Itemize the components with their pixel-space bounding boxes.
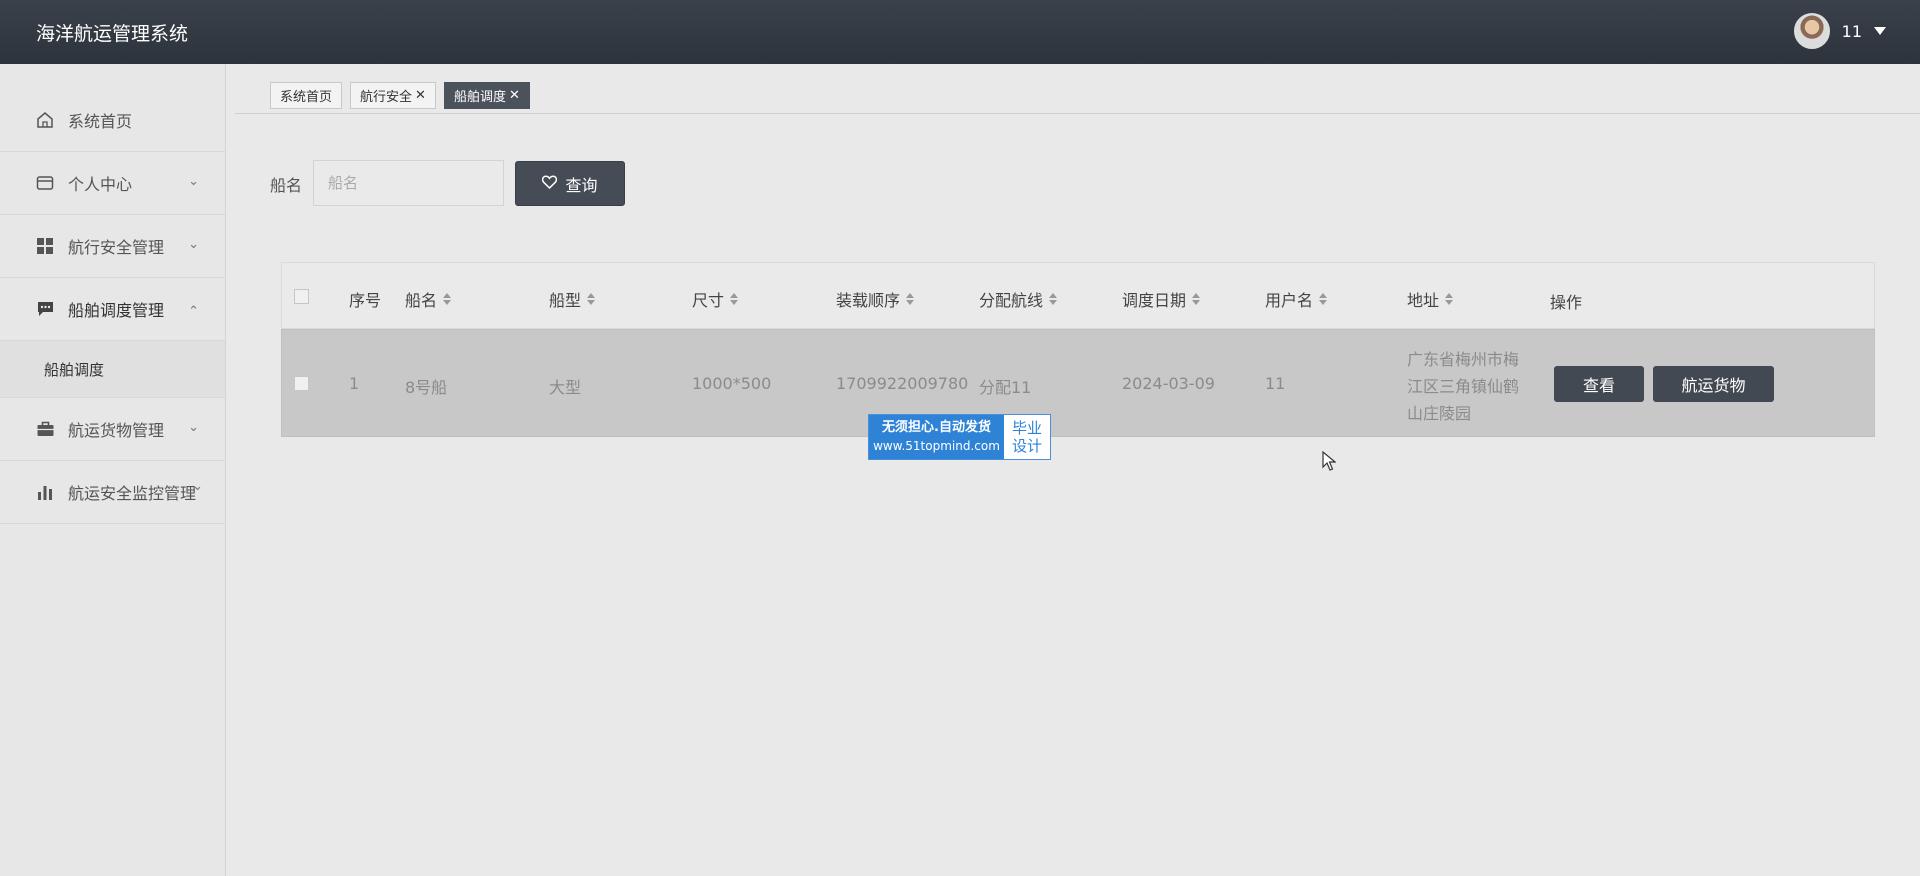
select-all-checkbox[interactable] — [294, 289, 309, 304]
sidebar-item-label: 系统首页 — [68, 111, 133, 131]
tab-bar: 系统首页 航行安全 ✕ 船舶调度 ✕ — [235, 78, 1920, 114]
sidebar-item-label: 个人中心 — [68, 175, 133, 194]
sidebar-item-safety-monitoring[interactable]: 航运安全监控管理 ⌄ — [0, 461, 225, 524]
row-checkbox[interactable] — [294, 376, 309, 391]
dispatch-table: 序号 船名 船型 尺寸 装载顺序 分配航线 调度日期 用户名 地址 操作 1 8… — [281, 262, 1875, 437]
sort-icon — [906, 293, 915, 305]
sidebar-item-personal-center[interactable]: 个人中心 ⌄ — [0, 152, 225, 215]
sort-icon — [587, 293, 596, 305]
sidebar-item-label: 航运货物管理 — [68, 421, 165, 440]
sidebar-item-navigation-safety[interactable]: 航行安全管理 ⌄ — [0, 215, 225, 278]
column-header-size[interactable]: 尺寸 — [692, 287, 739, 311]
watermark-url: www.51topmind.com — [873, 439, 1000, 453]
chevron-up-icon: ⌃ — [188, 304, 199, 319]
sidebar-item-ship-dispatch[interactable]: 船舶调度管理 ⌃ — [0, 278, 225, 341]
sidebar-subitem-label: 船舶调度 — [44, 360, 105, 379]
search-label: 船名 — [270, 176, 303, 195]
sidebar-item-label: 船舶调度管理 — [68, 301, 165, 320]
column-header-index: 序号 — [349, 291, 382, 310]
chevron-down-icon: ⌄ — [188, 237, 199, 252]
bar-chart-icon — [36, 483, 54, 501]
query-button-label: 查询 — [565, 175, 598, 195]
watermark-left: 无须担心.自动发货 www.51topmind.com — [869, 415, 1004, 459]
column-header-date[interactable]: 调度日期 — [1122, 287, 1201, 311]
close-icon[interactable]: ✕ — [509, 88, 520, 103]
chevron-down-icon: ⌄ — [188, 174, 199, 189]
watermark-right: 毕业 设计 — [1004, 415, 1050, 459]
sort-icon — [1319, 293, 1328, 305]
column-header-address[interactable]: 地址 — [1407, 287, 1454, 311]
grid-icon — [36, 237, 54, 255]
cell-load-order: 1709922009780 — [836, 374, 969, 393]
cell-size: 1000*500 — [692, 374, 772, 393]
column-header-ship-name[interactable]: 船名 — [405, 287, 452, 311]
tab-navigation-safety[interactable]: 航行安全 ✕ — [350, 82, 436, 109]
sort-icon — [1192, 293, 1201, 305]
chevron-down-icon: ⌄ — [192, 479, 203, 494]
caret-down-icon[interactable] — [1874, 27, 1886, 35]
top-header: 海洋航运管理系统 11 — [0, 0, 1920, 64]
cell-address: 广东省梅州市梅江区三角镇仙鹤山庄陵园 — [1407, 350, 1520, 423]
cell-index: 1 — [349, 374, 360, 393]
column-header-actions: 操作 — [1550, 293, 1583, 312]
watermark-slogan: 无须担心.自动发货 — [882, 420, 991, 435]
username[interactable]: 11 — [1842, 22, 1862, 41]
tab-label: 系统首页 — [280, 90, 333, 105]
close-icon[interactable]: ✕ — [415, 88, 426, 103]
heart-icon — [542, 174, 558, 193]
sort-icon — [1445, 293, 1454, 305]
home-icon — [36, 111, 54, 129]
ship-name-search-input[interactable] — [313, 160, 504, 206]
tab-home[interactable]: 系统首页 — [270, 82, 343, 109]
app-title: 海洋航运管理系统 — [36, 22, 189, 45]
column-header-route[interactable]: 分配航线 — [979, 287, 1058, 311]
table-header: 序号 船名 船型 尺寸 装载顺序 分配航线 调度日期 用户名 地址 操作 — [281, 262, 1875, 329]
column-header-load-order[interactable]: 装载顺序 — [836, 287, 915, 311]
cell-ship-type: 大型 — [549, 378, 582, 397]
sort-icon — [443, 293, 452, 305]
query-button[interactable]: 查询 — [515, 161, 625, 206]
card-icon — [36, 174, 54, 192]
cell-route: 分配11 — [979, 378, 1032, 397]
watermark-text-2: 设计 — [1011, 437, 1042, 455]
sidebar-item-home[interactable]: 系统首页 — [0, 64, 225, 152]
cell-username: 11 — [1265, 374, 1286, 393]
cell-date: 2024-03-09 — [1122, 374, 1215, 393]
sort-icon — [730, 293, 739, 305]
mouse-cursor-icon — [1322, 451, 1336, 471]
user-menu[interactable]: 11 — [1793, 13, 1886, 49]
tab-ship-dispatch[interactable]: 船舶调度 ✕ — [444, 82, 530, 109]
view-button[interactable]: 查看 — [1554, 366, 1644, 402]
chat-icon — [36, 300, 54, 318]
cargo-button[interactable]: 航运货物 — [1653, 366, 1774, 402]
sort-icon — [1049, 293, 1058, 305]
sidebar-subitem-ship-dispatch[interactable]: 船舶调度 — [0, 341, 225, 398]
column-header-ship-type[interactable]: 船型 — [549, 287, 596, 311]
sidebar-item-label: 航运安全监控管理 — [68, 484, 197, 503]
sidebar-item-label: 航行安全管理 — [68, 238, 165, 257]
cell-ship-name: 8号船 — [405, 378, 448, 397]
tab-label: 航行安全 — [360, 90, 413, 105]
table-row[interactable]: 1 8号船 大型 1000*500 1709922009780 分配11 202… — [281, 329, 1875, 437]
column-header-username[interactable]: 用户名 — [1265, 287, 1328, 311]
briefcase-icon — [36, 420, 54, 438]
avatar[interactable] — [1793, 13, 1830, 49]
watermark-badge: 无须担心.自动发货 www.51topmind.com 毕业 设计 — [868, 414, 1051, 460]
sidebar: 系统首页 个人中心 ⌄ 航行安全管理 ⌄ 船舶调度管理 ⌃ 船舶调度 航运货物管… — [0, 64, 226, 876]
sidebar-item-cargo[interactable]: 航运货物管理 ⌄ — [0, 398, 225, 461]
chevron-down-icon: ⌄ — [188, 420, 199, 435]
tab-label: 船舶调度 — [454, 90, 507, 105]
watermark-text-1: 毕业 — [1011, 419, 1042, 437]
